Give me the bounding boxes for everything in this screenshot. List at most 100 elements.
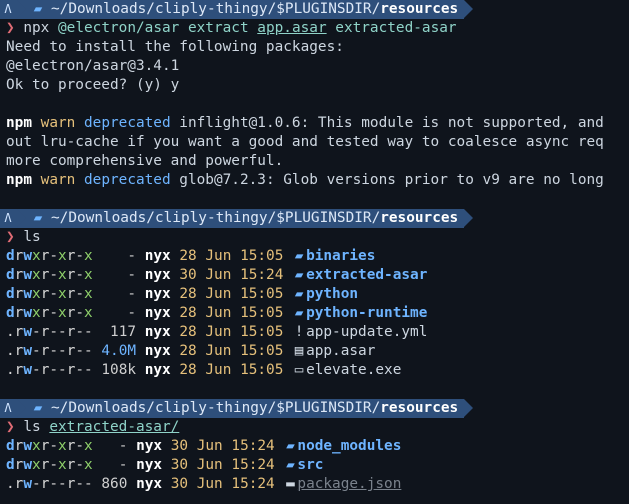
- ls-row: .rw-r--r-- 860 nyx 30 Jun 15:24 ▬ package…: [6, 475, 629, 494]
- ls-row: drwxr-xr-x - nyx 30 Jun 15:24 ▰ node_modu…: [6, 437, 629, 456]
- file-name[interactable]: extracted-asar: [306, 267, 427, 283]
- date-month: Jun: [196, 476, 223, 492]
- prompt-arrow-icon: ❯: [6, 419, 15, 435]
- date-day: 28: [179, 248, 197, 264]
- command-arg-dir[interactable]: extracted-asar/: [49, 419, 179, 435]
- file-name[interactable]: python-runtime: [306, 305, 427, 321]
- date-day: 30: [170, 438, 189, 454]
- segment-arrow: [464, 399, 474, 417]
- output-line: more comprehensive and powerful.: [6, 153, 284, 169]
- time: 15:24: [231, 438, 275, 454]
- permissions: drwxr-xr-x: [6, 305, 93, 321]
- prompt-bar: Λ ▰ ~/Downloads/cliply-thingy/$PLUGINSDI…: [0, 399, 629, 418]
- owner: nyx: [136, 438, 163, 454]
- json-file-icon: ▬: [286, 476, 295, 492]
- ls-row: drwxr-xr-x - nyx 30 Jun 15:24 ▰ extracted…: [6, 266, 629, 285]
- date-month: Jun: [205, 286, 232, 302]
- ls-row: drwxr-xr-x - nyx 28 Jun 15:05 ▰ python-ru…: [6, 304, 629, 323]
- command: ls: [23, 229, 41, 245]
- command-arg: extracted-asar: [335, 20, 457, 36]
- command-arg-file[interactable]: app.asar: [257, 20, 326, 36]
- file-name[interactable]: python: [306, 286, 358, 302]
- cwd-segment: ▰ ~/Downloads/cliply-thingy/$PLUGINSDIR/…: [17, 399, 465, 418]
- file-name[interactable]: node_modules: [297, 438, 401, 454]
- folder-icon: ▰: [286, 438, 295, 454]
- command: ls: [23, 419, 41, 435]
- folder-icon: ▰: [294, 267, 304, 283]
- date-day: 28: [179, 362, 197, 378]
- file-size: -: [101, 267, 137, 283]
- folder-icon: ▰: [294, 248, 304, 264]
- time: 15:24: [231, 476, 275, 492]
- file-size: -: [101, 248, 137, 264]
- ls-row: drwxr-xr-x - nyx 30 Jun 15:24 ▰ src: [6, 456, 629, 475]
- date-day: 30: [170, 457, 189, 473]
- date-day: 28: [179, 286, 197, 302]
- permissions: drwxr-xr-x: [6, 267, 93, 283]
- ls-row: .rw-r--r-- 108k nyx 28 Jun 15:05 ▭ elevat…: [6, 361, 629, 380]
- permissions: .rw-r--r--: [6, 362, 93, 378]
- arch-logo-icon: Λ: [4, 2, 12, 16]
- date-day: 30: [179, 267, 197, 283]
- folder-icon: ▰: [33, 400, 43, 416]
- output-line: out lru-cache if you want a good and tes…: [6, 134, 604, 150]
- cwd-path: ~/Downloads/cliply-thingy/$PLUGINSDIR/: [51, 210, 381, 226]
- cwd-dir: resources: [380, 1, 459, 17]
- owner: nyx: [144, 305, 171, 321]
- warn-message: glob@7.2.3: Glob versions prior to v9 ar…: [170, 172, 604, 188]
- cwd-segment: ▰ ~/Downloads/cliply-thingy/$PLUGINSDIR/…: [17, 209, 465, 228]
- permissions: .rw-r--r--: [6, 476, 93, 492]
- folder-icon: ▰: [294, 305, 304, 321]
- file-name[interactable]: elevate.exe: [306, 362, 401, 378]
- file-name[interactable]: package.json: [297, 476, 401, 492]
- permissions: drwxr-xr-x: [6, 248, 93, 264]
- permissions: .rw-r--r--: [6, 324, 93, 340]
- folder-icon: ▰: [33, 1, 43, 17]
- deprecated-label: deprecated: [84, 172, 171, 188]
- warn-label: warn: [40, 172, 76, 188]
- cwd-segment: ▰ ~/Downloads/cliply-thingy/$PLUGINSDIR/…: [17, 0, 465, 19]
- output-line: @electron/asar@3.4.1: [6, 58, 180, 74]
- ls-listing: drwxr-xr-x - nyx 28 Jun 15:05 ▰ binaries d…: [6, 247, 629, 380]
- cwd-path: ~/Downloads/cliply-thingy/$PLUGINSDIR/: [51, 1, 381, 17]
- deprecated-label: deprecated: [84, 115, 171, 131]
- arch-logo-icon: Λ: [4, 211, 12, 225]
- command: npx: [23, 20, 50, 36]
- ls-row: .rw-r--r-- 4.0M nyx 28 Jun 15:05 ▤ app.as…: [6, 342, 629, 361]
- warn-label: warn: [40, 115, 76, 131]
- file-name[interactable]: app-update.yml: [306, 324, 427, 340]
- output-line: Ok to proceed? (y) y: [6, 77, 180, 93]
- owner: nyx: [144, 286, 171, 302]
- os-logo-segment: Λ: [0, 0, 26, 19]
- file-size: 860: [101, 476, 128, 492]
- permissions: .rw-r--r--: [6, 343, 93, 359]
- warn-line: npm warn deprecated glob@7.2.3: Glob ver…: [6, 171, 629, 190]
- date-day: 28: [179, 305, 197, 321]
- prompt-arrow-icon: ❯: [6, 20, 15, 36]
- folder-icon: ▰: [294, 286, 304, 302]
- date-day: 28: [179, 324, 197, 340]
- cwd-dir: resources: [380, 400, 459, 416]
- folder-icon: ▰: [286, 457, 295, 473]
- warn-line: npm warn deprecated inflight@1.0.6: This…: [6, 114, 629, 133]
- command-line: ❯ ls extracted-asar/: [6, 418, 629, 437]
- segment-arrow: [464, 0, 474, 18]
- file-size: 4.0M: [101, 343, 137, 359]
- file-size: -: [101, 438, 128, 454]
- terminal[interactable]: Λ ▰ ~/Downloads/cliply-thingy/$PLUGINSDI…: [0, 0, 629, 504]
- file-name[interactable]: src: [297, 457, 323, 473]
- time: 15:05: [240, 286, 284, 302]
- file-size: -: [101, 286, 137, 302]
- owner: nyx: [144, 324, 171, 340]
- file-name[interactable]: app.asar: [306, 343, 375, 359]
- time: 15:24: [231, 457, 275, 473]
- date-month: Jun: [205, 248, 232, 264]
- file-name[interactable]: binaries: [306, 248, 375, 264]
- time: 15:05: [240, 248, 284, 264]
- cwd-path: ~/Downloads/cliply-thingy/$PLUGINSDIR/: [51, 400, 381, 416]
- owner: nyx: [136, 457, 163, 473]
- prompt-bar: Λ ▰ ~/Downloads/cliply-thingy/$PLUGINSDI…: [0, 0, 629, 19]
- time: 15:05: [240, 305, 284, 321]
